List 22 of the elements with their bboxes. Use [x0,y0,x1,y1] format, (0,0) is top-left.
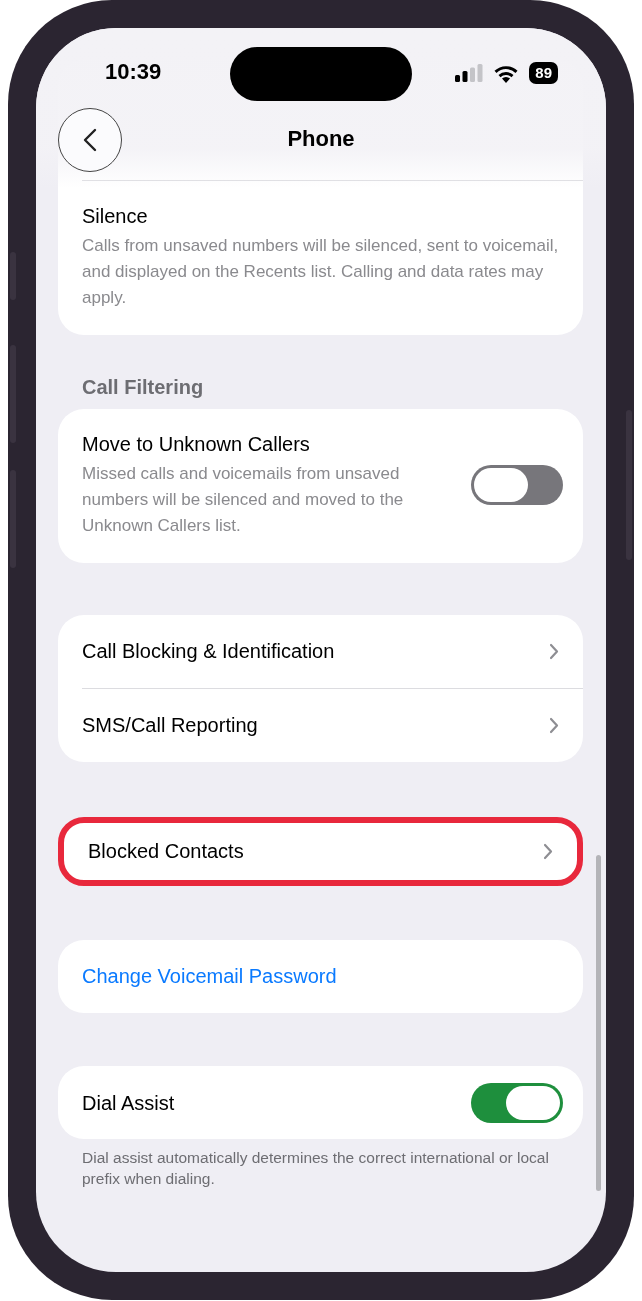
battery-level: 89 [529,62,558,84]
chevron-icon [549,643,559,660]
action-link[interactable]: Change Voicemail Password [58,940,583,1013]
row-description: Calls from unsaved numbers will be silenced, sent to voicemail, and displayed on the Recents list. Calling and data rates may apply. [82,235,560,309]
chevron-icon [549,717,559,734]
wifi-icon [493,63,520,83]
toggle-switch[interactable] [471,1082,563,1123]
chevron-icon [543,843,553,860]
row-description: Missed calls and voicemails from unsaved numbers will be silenced and moved to the Unknown Callers list. [82,463,405,537]
toggle-switch[interactable] [471,465,563,505]
settings-row[interactable]: SMS/Call Reporting [58,689,583,762]
section-header: Call Filtering [81,375,204,399]
settings-row[interactable]: Call Blocking & Identification [58,615,583,688]
screen-title: Phone [287,126,355,152]
footer-note: Dial assist automatically determines the correct international or local prefix when dialing. [81,1148,550,1189]
signal-icon [455,64,484,82]
row-title: Move to Unknown Callers [82,432,310,457]
back-icon [83,128,97,152]
settings-row[interactable]: Blocked Contacts [64,823,577,880]
row-title: Silence [82,204,148,229]
status-time: 10:39 [105,59,162,85]
row-title: Dial Assist [82,1090,175,1116]
